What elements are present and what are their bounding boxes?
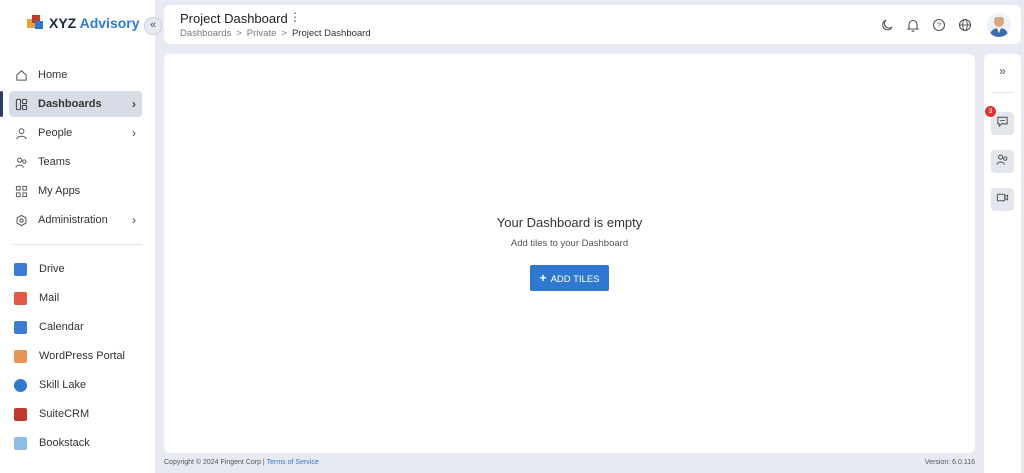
breadcrumb-separator: >: [281, 28, 287, 39]
calendar-icon: [14, 320, 27, 334]
video-camera-icon: [996, 191, 1009, 209]
nav-item-my-apps[interactable]: My Apps: [9, 178, 142, 204]
empty-state: Your Dashboard is empty Add tiles to you…: [164, 215, 975, 291]
dashboard-icon: [14, 97, 28, 111]
nav-item-people[interactable]: People ›: [9, 120, 142, 146]
chat-badge: 3: [985, 106, 996, 117]
contacts-button[interactable]: [991, 150, 1014, 173]
copyright-text: Copyright © 2024 Fingent Corp |: [164, 459, 265, 466]
nav-item-dashboards[interactable]: Dashboards ›: [0, 91, 142, 117]
chat-button[interactable]: 3: [985, 106, 1014, 135]
chat-icon: [996, 115, 1009, 133]
sidebar-collapse-button[interactable]: «: [144, 17, 162, 35]
globe-icon[interactable]: [957, 17, 973, 33]
app-item-calendar[interactable]: Calendar: [9, 314, 142, 340]
dashboard-canvas: Your Dashboard is empty Add tiles to you…: [164, 54, 975, 453]
right-rail: » 3: [984, 54, 1021, 473]
page-header: Project Dashboard ⋮ Dashboards > Private…: [164, 5, 1021, 44]
breadcrumb-separator: >: [236, 28, 242, 39]
app-item-suitecrm[interactable]: SuiteCRM: [9, 401, 142, 427]
nav-label: Teams: [38, 156, 71, 168]
app-label: Drive: [39, 263, 65, 275]
notification-bell-icon[interactable]: [905, 17, 921, 33]
drive-icon: [14, 262, 27, 276]
wordpress-portal-icon: [14, 349, 27, 363]
active-indicator: [0, 91, 3, 117]
gear-icon: [14, 213, 28, 227]
logo-icon: [27, 15, 43, 31]
app-logo[interactable]: XYZ Advisory: [27, 15, 140, 31]
terms-of-service-link[interactable]: Terms of Service: [267, 459, 319, 466]
nav-label: Dashboards: [38, 98, 102, 110]
app-label: Bookstack: [39, 437, 90, 449]
plus-icon: +: [539, 271, 547, 285]
main-nav: Home Dashboards › People › Teams My Apps…: [0, 62, 155, 459]
sidebar: XYZ Advisory Home Dashboards › People ›: [0, 0, 155, 473]
footer: Copyright © 2024 Fingent Corp | Terms of…: [164, 459, 975, 466]
app-label: Mail: [39, 292, 60, 304]
nav-label: Home: [38, 69, 68, 81]
sidebar-divider: [13, 244, 142, 245]
app-item-wordpress-portal[interactable]: WordPress Portal: [9, 343, 142, 369]
nav-label: Administration: [38, 214, 108, 226]
nav-label: People: [38, 127, 73, 139]
video-call-button[interactable]: [991, 188, 1014, 211]
chevron-right-icon: ›: [132, 97, 136, 111]
mail-icon: [14, 291, 27, 305]
header-actions: ?: [879, 13, 1011, 37]
nav-item-home[interactable]: Home: [9, 62, 142, 88]
app-name: XYZ Advisory: [49, 15, 140, 31]
teams-icon: [14, 155, 28, 169]
apps-grid-icon: [14, 184, 28, 198]
nav-item-teams[interactable]: Teams: [9, 149, 142, 175]
suitecrm-icon: [14, 407, 27, 421]
add-tiles-button[interactable]: + ADD TILES: [530, 265, 609, 291]
help-icon[interactable]: ?: [931, 17, 947, 33]
chevron-right-icon: ›: [132, 126, 136, 140]
app-label: Calendar: [39, 321, 84, 333]
contacts-icon: [996, 153, 1009, 171]
bookstack-icon: [14, 436, 27, 450]
rail-divider: [991, 92, 1014, 93]
breadcrumb-current: Project Dashboard: [291, 28, 371, 39]
svg-text:?: ?: [937, 21, 941, 30]
add-tiles-label: ADD TILES: [550, 274, 600, 285]
empty-state-title: Your Dashboard is empty: [496, 215, 643, 230]
breadcrumb-private[interactable]: Private: [247, 28, 277, 39]
empty-state-subtitle: Add tiles to your Dashboard: [510, 238, 629, 249]
expand-rail-icon[interactable]: »: [984, 64, 1021, 78]
chevron-right-icon: ›: [132, 213, 136, 227]
breadcrumb: Dashboards > Private > Project Dashboard: [180, 28, 371, 39]
nav-item-administration[interactable]: Administration ›: [9, 207, 142, 233]
app-label: WordPress Portal: [39, 350, 125, 362]
breadcrumb-dashboards[interactable]: Dashboards: [180, 28, 231, 39]
user-avatar[interactable]: [987, 13, 1011, 37]
more-options-icon[interactable]: ⋮: [289, 10, 301, 24]
skill-lake-icon: [14, 378, 27, 392]
app-item-skill-lake[interactable]: Skill Lake: [9, 372, 142, 398]
app-item-drive[interactable]: Drive: [9, 256, 142, 282]
nav-label: My Apps: [38, 185, 81, 197]
version-text: Version: 6.0.116: [924, 459, 975, 466]
page-title: Project Dashboard: [180, 11, 288, 26]
app-label: SuiteCRM: [39, 408, 90, 420]
home-icon: [14, 68, 28, 82]
app-item-bookstack[interactable]: Bookstack: [9, 430, 142, 456]
app-label: Skill Lake: [39, 379, 87, 391]
app-item-mail[interactable]: Mail: [9, 285, 142, 311]
person-icon: [14, 126, 28, 140]
dark-mode-icon[interactable]: [879, 17, 895, 33]
